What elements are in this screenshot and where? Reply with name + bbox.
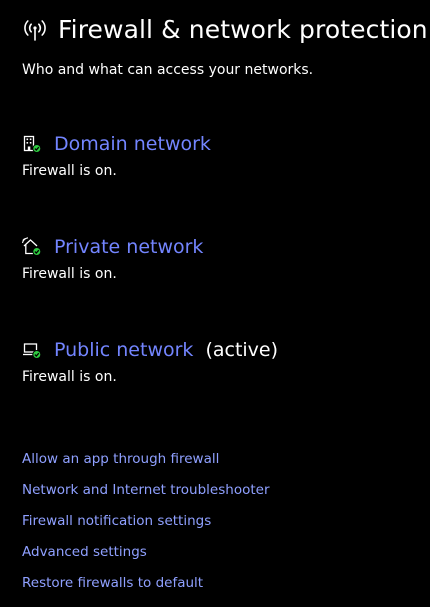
troubleshooter-link[interactable]: Network and Internet troubleshooter xyxy=(22,481,270,512)
firewall-signal-icon xyxy=(22,17,48,43)
advanced-settings-link[interactable]: Advanced settings xyxy=(22,543,270,574)
restore-defaults-link[interactable]: Restore firewalls to default xyxy=(22,574,270,605)
public-network-status: Firewall is on. xyxy=(22,369,117,385)
page-title: Firewall & network protection xyxy=(58,15,428,44)
public-network-link[interactable]: Public network xyxy=(54,339,193,361)
private-network-link[interactable]: Private network xyxy=(54,236,203,258)
active-label: (active) xyxy=(205,339,279,361)
domain-network-status: Firewall is on. xyxy=(22,163,117,179)
domain-network-link[interactable]: Domain network xyxy=(54,133,211,155)
related-links: Allow an app through firewall Network an… xyxy=(22,450,270,605)
domain-network-section: Domain network Firewall is on. xyxy=(22,131,211,179)
public-network-icon xyxy=(22,340,42,360)
allow-app-link[interactable]: Allow an app through firewall xyxy=(22,450,270,481)
private-network-status: Firewall is on. xyxy=(22,266,117,282)
domain-network-icon xyxy=(22,134,42,154)
page-header: Firewall & network protection xyxy=(22,14,428,46)
private-network-icon xyxy=(21,237,42,257)
private-network-section: Private network Firewall is on. xyxy=(21,234,203,282)
page-subtitle: Who and what can access your networks. xyxy=(22,62,314,78)
public-network-section: Public network (active) Firewall is on. xyxy=(22,337,278,385)
notification-settings-link[interactable]: Firewall notification settings xyxy=(22,512,270,543)
